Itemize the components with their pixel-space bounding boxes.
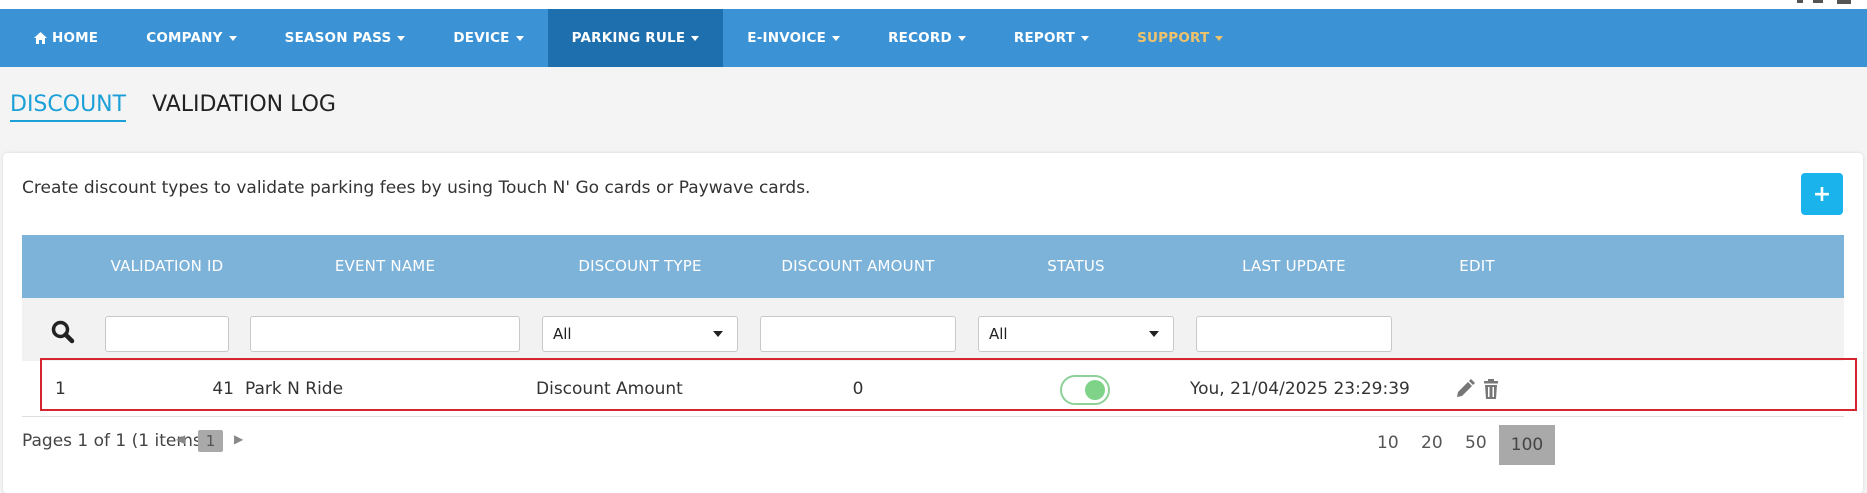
main-navbar: HOME COMPANY SEASON PASS DEVICE PARKING … [0,9,1867,67]
chevron-down-icon [1215,35,1224,41]
nav-season-pass[interactable]: SEASON PASS [261,9,430,67]
cell-validation-id: 41 [212,379,234,399]
nav-record[interactable]: RECORD [864,9,990,67]
chevron-down-icon [1149,331,1159,337]
page-size-10[interactable]: 10 [1377,433,1399,453]
nav-home[interactable]: HOME [10,9,122,67]
page-size-20[interactable]: 20 [1421,433,1443,453]
col-status[interactable]: STATUS [978,235,1174,298]
cell-last-update: You, 21/04/2025 23:29:39 [1190,379,1410,399]
nav-device[interactable]: DEVICE [429,9,547,67]
nav-company-label: COMPANY [146,30,223,46]
add-discount-button[interactable]: + [1801,173,1843,215]
chevron-down-icon [691,35,700,41]
filter-validation-id-input[interactable] [105,316,229,352]
nav-device-label: DEVICE [453,30,510,46]
table-row[interactable]: 1 41 Park N Ride Discount Amount 0 You, … [22,363,1844,416]
toggle-knob [1085,380,1105,400]
trash-icon[interactable] [1480,378,1502,400]
search-icon [51,320,75,344]
discount-panel: Create discount types to validate parkin… [3,153,1863,493]
cell-discount-amount: 0 [852,379,864,399]
col-discount-amount[interactable]: DISCOUNT AMOUNT [760,235,956,298]
col-discount-type[interactable]: DISCOUNT TYPE [542,235,738,298]
filter-status-value: All [989,325,1008,343]
filter-row: All All [22,298,1844,361]
filter-discount-type-value: All [553,325,572,343]
nav-report-label: REPORT [1013,30,1076,46]
nav-parking-rule-label: PARKING RULE [571,30,686,46]
panel-description: Create discount types to validate parkin… [22,178,811,198]
col-validation-id[interactable]: VALIDATION ID [97,235,237,298]
nav-company[interactable]: COMPANY [122,9,260,67]
nav-season-pass-label: SEASON PASS [284,30,392,46]
filter-discount-type-select[interactable]: All [542,316,738,352]
nav-parking-rule[interactable]: PARKING RULE [547,9,724,67]
pager-prev-icon[interactable]: ◀ [176,432,185,446]
nav-e-invoice[interactable]: E-INVOICE [723,9,864,67]
page-tabs: DISCOUNT VALIDATION LOG [10,92,336,122]
home-icon [34,32,47,44]
pager-page-1[interactable]: 1 [198,430,223,452]
tab-discount[interactable]: DISCOUNT [10,92,127,122]
cell-discount-type: Discount Amount [536,379,683,399]
chevron-down-icon [397,35,406,41]
page-size-50[interactable]: 50 [1465,433,1487,453]
filter-status-select[interactable]: All [978,316,1174,352]
corner-fragment [1797,0,1851,4]
nav-e-invoice-label: E-INVOICE [747,30,827,46]
status-toggle[interactable] [1060,375,1110,405]
table-header: VALIDATION ID EVENT NAME DISCOUNT TYPE D… [22,235,1844,298]
tab-validation-log[interactable]: VALIDATION LOG [152,92,336,122]
nav-support[interactable]: SUPPORT [1113,9,1247,67]
nav-home-label: HOME [52,30,99,46]
filter-last-update-input[interactable] [1196,316,1392,352]
top-strip [0,0,1867,9]
nav-record-label: RECORD [888,30,952,46]
pencil-icon[interactable] [1454,378,1476,400]
page-size-100[interactable]: 100 [1499,425,1555,465]
nav-support-label: SUPPORT [1137,30,1210,46]
filter-discount-amount-input[interactable] [760,316,956,352]
chevron-down-icon [832,35,841,41]
chevron-down-icon [713,331,723,337]
cell-event-name: Park N Ride [245,379,344,399]
col-event-name[interactable]: EVENT NAME [250,235,520,298]
nav-report[interactable]: REPORT [990,9,1113,67]
col-last-update[interactable]: LAST UPDATE [1196,235,1392,298]
filter-event-name-input[interactable] [250,316,520,352]
chevron-down-icon [515,35,524,41]
col-edit: EDIT [1459,257,1495,275]
plus-icon: + [1812,181,1832,207]
pager-next-icon[interactable]: ▶ [234,432,243,446]
table-footer-divider [22,416,1844,417]
row-number: 1 [55,379,66,399]
chevron-down-icon [228,35,237,41]
chevron-down-icon [957,35,966,41]
chevron-down-icon [1081,35,1090,41]
